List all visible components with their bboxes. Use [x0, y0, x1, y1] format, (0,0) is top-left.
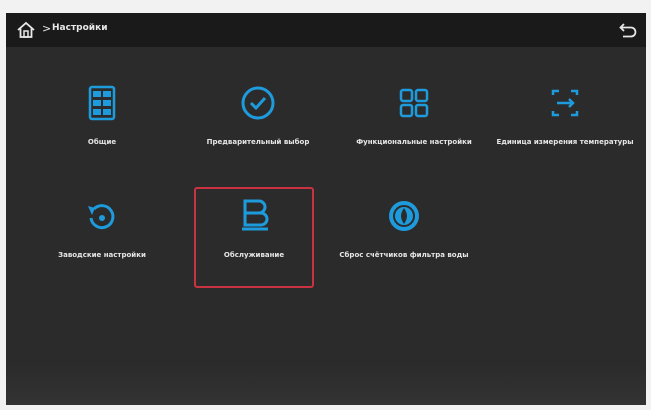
- tile-label: Единица измерения температуры: [496, 138, 634, 146]
- tile-functional-settings[interactable]: Функциональные настройки: [339, 83, 489, 147]
- tile-maintenance[interactable]: Обслуживание: [179, 196, 329, 260]
- filter-reset-icon: [389, 201, 419, 231]
- tile-label: Предварительный выбор: [206, 138, 310, 146]
- four-squares-icon: [399, 88, 429, 118]
- grid-list-icon: [88, 85, 116, 121]
- tile-preselection[interactable]: Предварительный выбор: [183, 83, 333, 147]
- home-icon[interactable]: [16, 20, 36, 40]
- tile-general[interactable]: Общие: [27, 83, 177, 147]
- reset-arrow-icon: [88, 204, 115, 230]
- page-title: Настройки: [52, 23, 108, 33]
- tile-factory-settings[interactable]: Заводские настройки: [27, 196, 177, 260]
- tile-label: Общие: [87, 138, 117, 146]
- tile-label: Обслуживание: [223, 251, 285, 259]
- back-icon[interactable]: [618, 20, 638, 40]
- tile-label: Заводские настройки: [58, 251, 146, 259]
- breadcrumb-separator: >: [42, 22, 52, 35]
- bottom-area: [6, 365, 646, 405]
- tile-temperature-unit[interactable]: Единица измерения температуры: [490, 83, 640, 147]
- maintenance-icon: [242, 199, 269, 231]
- tile-label: Функциональные настройки: [356, 138, 472, 146]
- temperature-unit-icon: [551, 89, 579, 117]
- check-circle-icon: [241, 86, 275, 120]
- tile-label: Сброс счётчиков фильтра воды: [339, 251, 469, 259]
- settings-screen: > Настройки Общие Предварительный выбор: [6, 13, 646, 405]
- top-bar: > Настройки: [6, 13, 646, 47]
- tile-filter-reset[interactable]: Сброс счётчиков фильтра воды: [329, 196, 479, 260]
